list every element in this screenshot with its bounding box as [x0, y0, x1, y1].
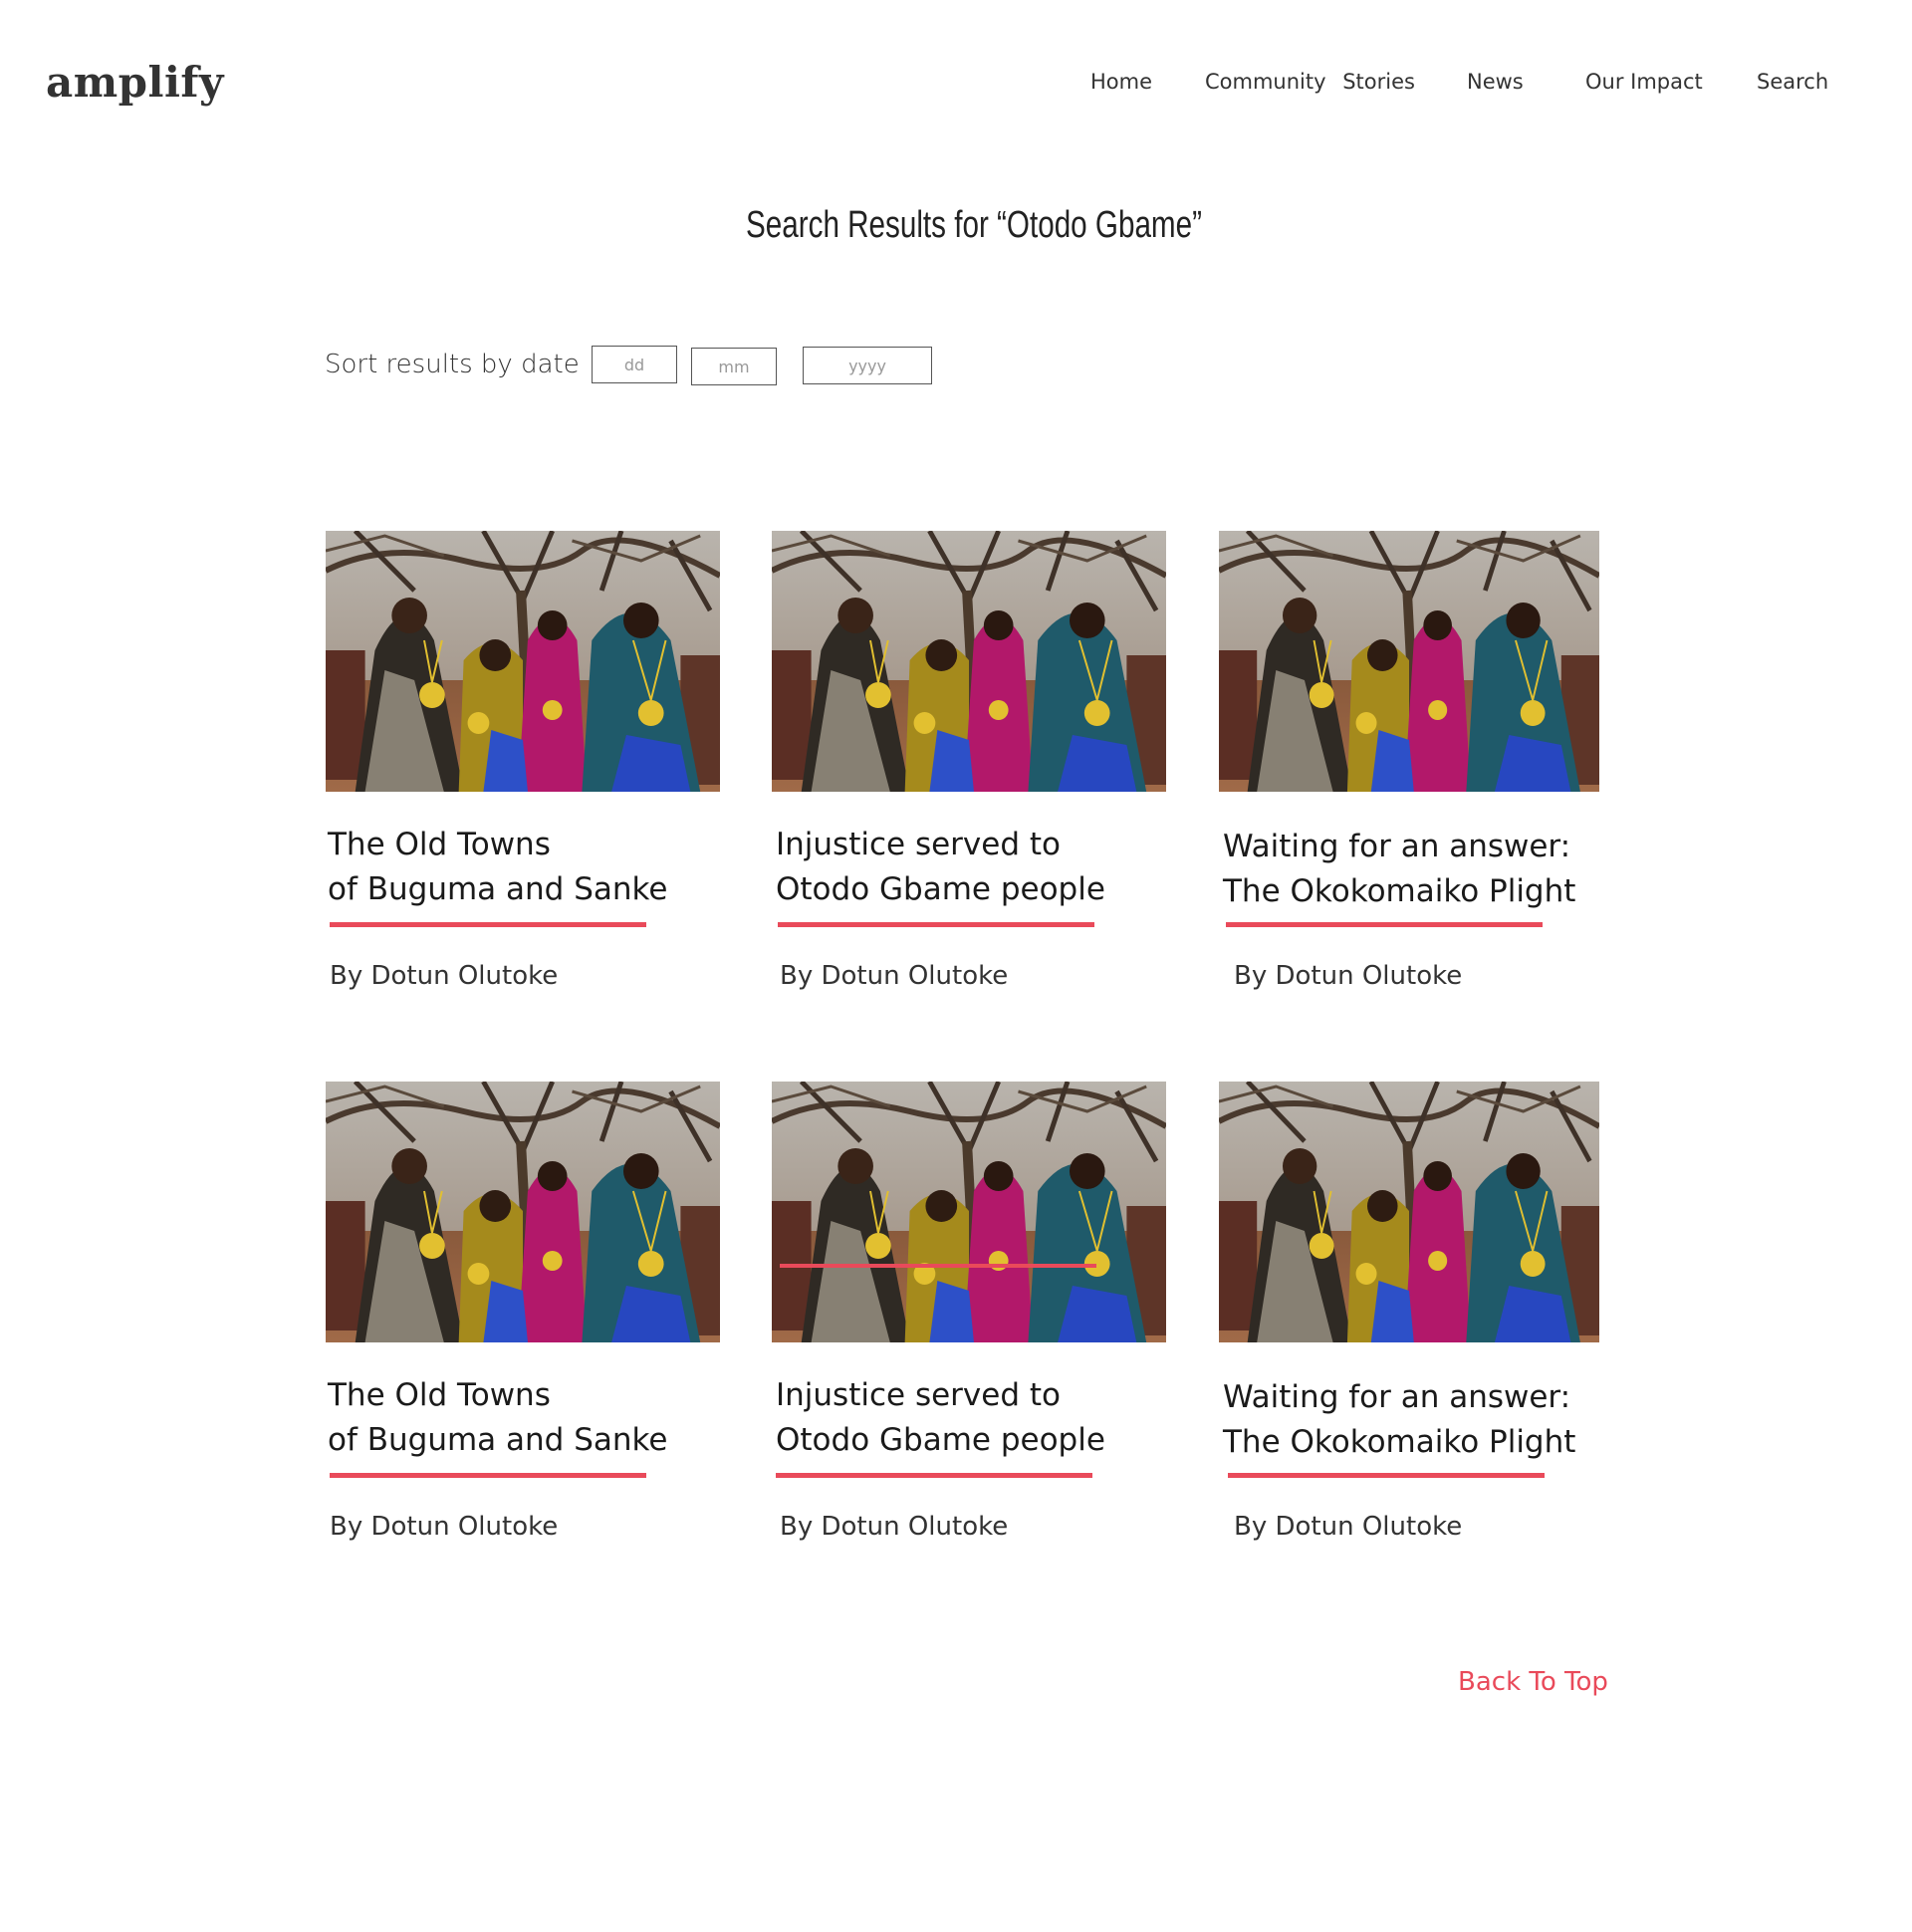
- title-underline: [1226, 922, 1543, 927]
- nav-our-impact[interactable]: Our Impact: [1585, 70, 1703, 100]
- card-author: By Dotun Olutoke: [330, 1512, 559, 1542]
- red-line-overlay: [780, 1264, 1096, 1268]
- title-underline: [1228, 1473, 1545, 1478]
- card-title-line: Injustice served to: [776, 1377, 1061, 1413]
- card-title[interactable]: Waiting for an answer: The Okokomaiko Pl…: [1223, 825, 1575, 914]
- month-input[interactable]: [691, 348, 777, 385]
- card-title[interactable]: The Old Towns of Buguma and Sanke: [328, 823, 667, 912]
- card-title-line: Waiting for an answer:: [1223, 1379, 1571, 1415]
- card-title-line: Otodo Gbame people: [776, 1422, 1105, 1458]
- page-title: Search Results for “Otodo Gbame”: [746, 204, 1202, 246]
- logo[interactable]: amplify: [46, 58, 224, 107]
- card-title-line: Injustice served to: [776, 827, 1061, 862]
- card-title-line: The Old Towns: [328, 1377, 551, 1413]
- card-title[interactable]: Injustice served to Otodo Gbame people: [776, 1373, 1105, 1463]
- nav-community-stories[interactable]: Community Stories: [1205, 70, 1415, 100]
- sort-label: Sort results by date: [325, 350, 580, 379]
- card-image[interactable]: [772, 1082, 1166, 1342]
- title-underline: [330, 1473, 646, 1478]
- day-input[interactable]: [592, 346, 677, 383]
- year-input[interactable]: [803, 347, 932, 384]
- title-underline: [778, 922, 1094, 927]
- card-title[interactable]: Waiting for an answer: The Okokomaiko Pl…: [1223, 1375, 1575, 1465]
- nav-search[interactable]: Search: [1757, 70, 1828, 100]
- card-title-line: The Old Towns: [328, 827, 551, 862]
- nav-news[interactable]: News: [1467, 70, 1524, 100]
- card-author: By Dotun Olutoke: [780, 1512, 1009, 1542]
- card-author: By Dotun Olutoke: [780, 961, 1009, 991]
- card-title[interactable]: The Old Towns of Buguma and Sanke: [328, 1373, 667, 1463]
- card-title-line: The Okokomaiko Plight: [1223, 1424, 1576, 1460]
- card-title-line: Waiting for an answer:: [1223, 829, 1571, 864]
- card-author: By Dotun Olutoke: [330, 961, 559, 991]
- card-image[interactable]: [326, 531, 720, 792]
- nav-home[interactable]: Home: [1090, 70, 1152, 100]
- card-image[interactable]: [326, 1082, 720, 1342]
- card-author: By Dotun Olutoke: [1234, 961, 1463, 991]
- title-underline: [330, 922, 646, 927]
- title-underline: [776, 1473, 1092, 1478]
- card-title[interactable]: Injustice served to Otodo Gbame people: [776, 823, 1105, 912]
- card-title-line: Otodo Gbame people: [776, 871, 1105, 907]
- card-title-line: of Buguma and Sanke: [328, 871, 668, 907]
- card-image[interactable]: [1219, 1082, 1599, 1342]
- card-title-line: of Buguma and Sanke: [328, 1422, 668, 1458]
- card-title-line: The Okokomaiko Plight: [1223, 873, 1576, 909]
- card-author: By Dotun Olutoke: [1234, 1512, 1463, 1542]
- card-image[interactable]: [1219, 531, 1599, 792]
- card-image[interactable]: [772, 531, 1166, 792]
- back-to-top-link[interactable]: Back To Top: [1458, 1667, 1608, 1697]
